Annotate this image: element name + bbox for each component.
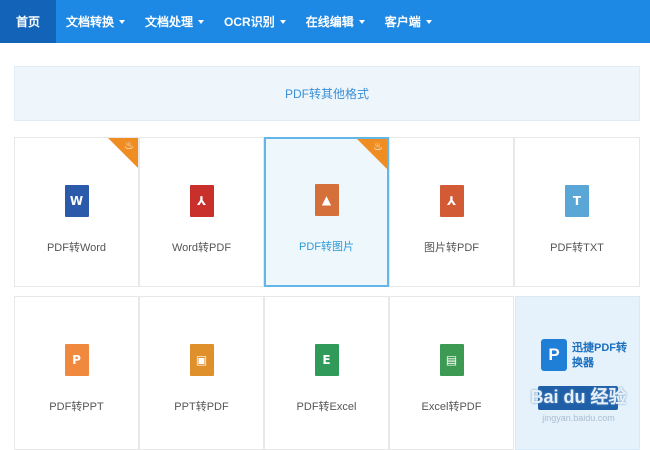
tool-label: Excel转PDF xyxy=(421,401,482,413)
caret-down-icon xyxy=(425,19,432,24)
nav-client[interactable]: 客户端 xyxy=(375,0,442,43)
excel-doc-icon: ▤ xyxy=(439,344,464,376)
caret-down-icon xyxy=(279,19,286,24)
tool-pdf-to-txt[interactable]: T PDF转TXT xyxy=(514,137,640,287)
tool-label: PDF转TXT xyxy=(550,242,604,254)
tool-pdf-to-ppt[interactable]: P PDF转PPT xyxy=(14,296,139,450)
tool-pdf-to-excel[interactable]: E PDF转Excel xyxy=(264,296,389,450)
nav-online-edit[interactable]: 在线编辑 xyxy=(296,0,375,43)
excel-doc-icon: E xyxy=(314,344,339,376)
section-title: PDF转其他格式 xyxy=(284,87,369,101)
ppt-doc-icon: P xyxy=(64,344,89,376)
nav-home[interactable]: 首页 xyxy=(0,0,57,43)
tool-label: PPT转PDF xyxy=(174,401,229,413)
caret-down-icon xyxy=(198,19,205,24)
tool-pdf-to-word[interactable]: ♨ W PDF转Word xyxy=(14,137,139,287)
top-nav: 首页 文档转换 文档处理 OCR识别 在线编辑 客户端 xyxy=(0,0,650,43)
nav-doc-process[interactable]: 文档处理 xyxy=(135,0,214,43)
tool-label: 图片转PDF xyxy=(424,242,479,254)
flame-icon: ♨ xyxy=(124,140,134,152)
tool-label: PDF转图片 xyxy=(299,241,354,253)
txt-doc-icon: T xyxy=(565,185,589,217)
flame-icon: ♨ xyxy=(373,141,383,153)
promo-title: 迅捷PDF转换器 xyxy=(572,342,627,369)
caret-down-icon xyxy=(358,19,365,24)
tool-ppt-to-pdf[interactable]: ▣ PPT转PDF xyxy=(139,296,264,450)
nav-doc-convert[interactable]: 文档转换 xyxy=(56,0,135,43)
tool-label: PDF转Excel xyxy=(296,401,357,413)
pdf-doc-icon: ⅄ xyxy=(439,185,464,217)
nav-ocr[interactable]: OCR识别 xyxy=(214,0,296,43)
caret-down-icon xyxy=(119,19,126,24)
watermark-url: jingyan.baidu.com xyxy=(542,413,615,423)
watermark: Bai du 经验 xyxy=(530,387,627,407)
tool-pdf-to-image[interactable]: ♨ ▲ PDF转图片 xyxy=(264,137,389,287)
tool-image-to-pdf[interactable]: ⅄ 图片转PDF xyxy=(389,137,514,287)
image-doc-icon: ▲ xyxy=(314,184,339,216)
converter-logo-icon: P xyxy=(541,339,567,371)
tool-word-to-pdf[interactable]: ⅄ Word转PDF xyxy=(139,137,264,287)
tool-label: PDF转Word xyxy=(46,242,107,254)
tool-excel-to-pdf[interactable]: ▤ Excel转PDF xyxy=(389,296,514,450)
word-doc-icon: W xyxy=(64,185,89,217)
converter-promo[interactable]: P 迅捷PDF转换器 Bai du 经验 jingyan.baidu.com xyxy=(515,296,640,450)
section-banner: PDF转其他格式 xyxy=(14,66,640,121)
tool-label: PDF转PPT xyxy=(49,401,104,413)
ppt-doc-icon: ▣ xyxy=(189,344,214,376)
tool-label: Word转PDF xyxy=(171,242,232,254)
pdf-doc-icon: ⅄ xyxy=(189,185,214,217)
